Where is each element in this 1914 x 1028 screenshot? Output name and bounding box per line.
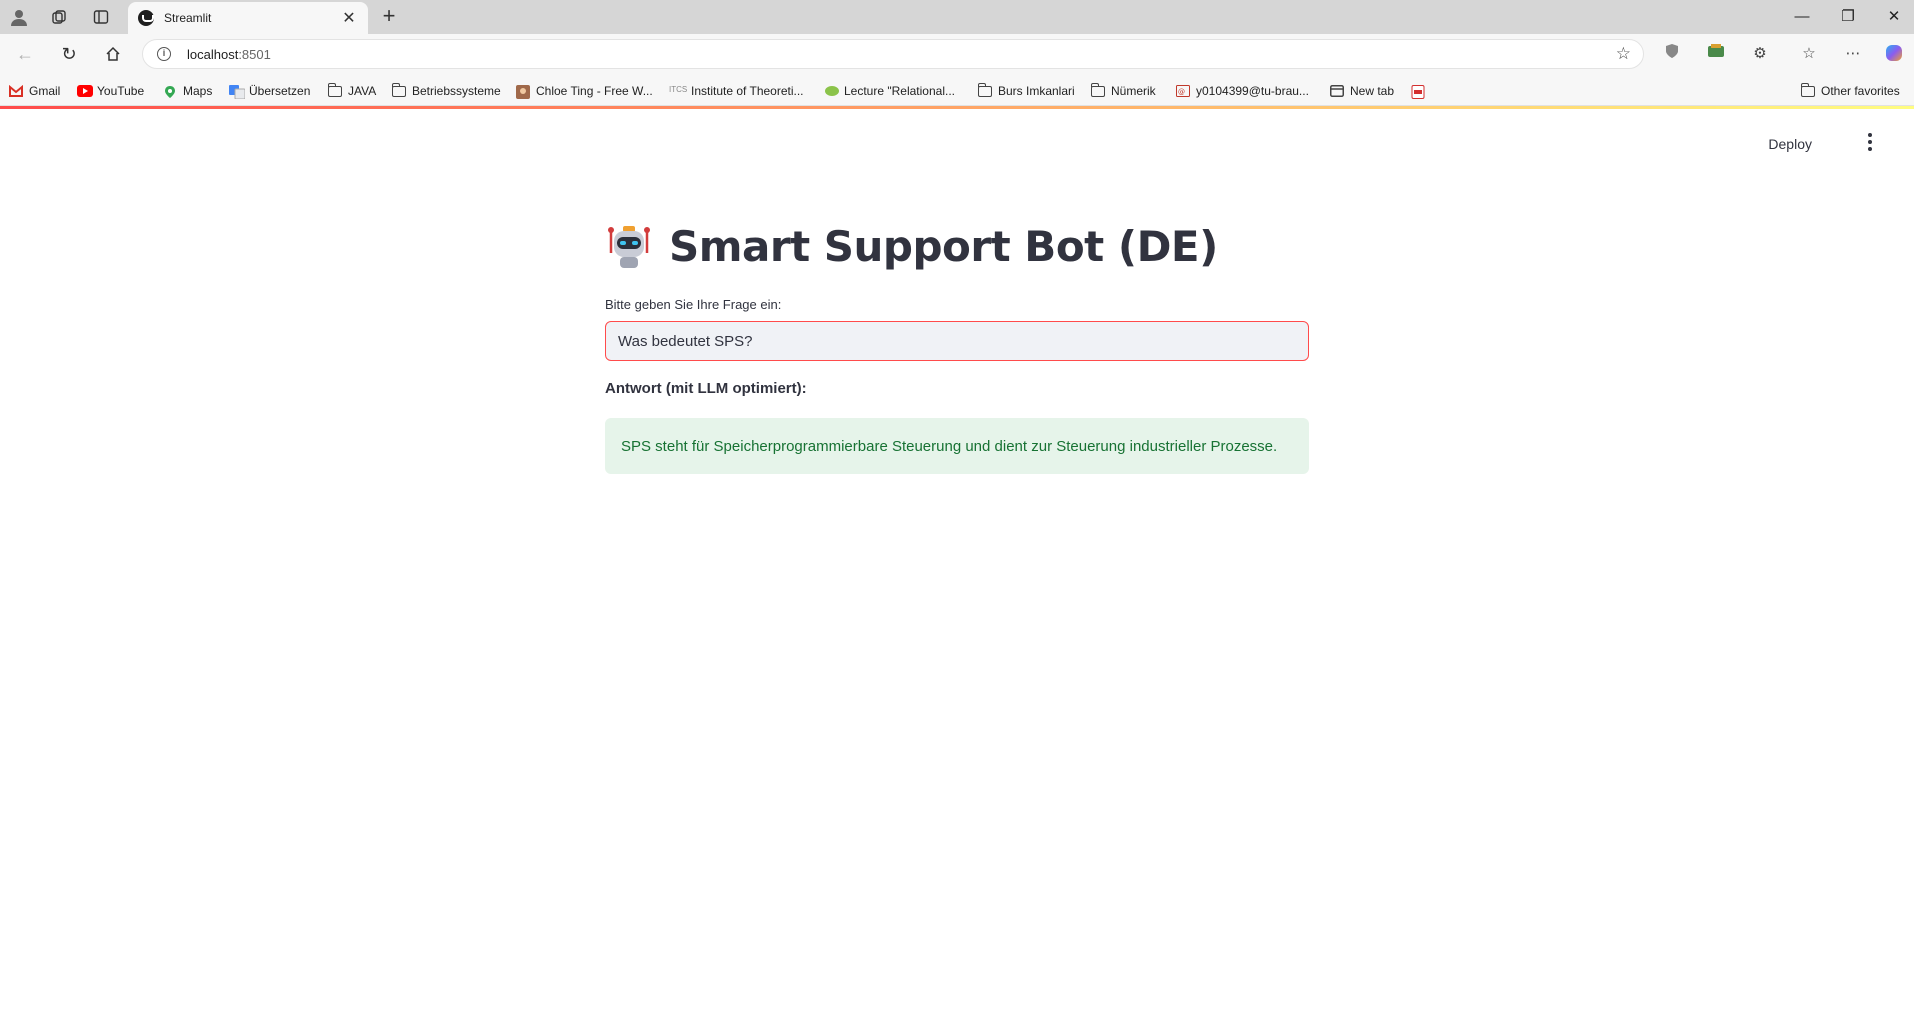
svg-text:@: @ bbox=[1178, 88, 1185, 96]
bookmark-uebersetzen[interactable]: Übersetzen bbox=[229, 82, 310, 100]
tab-streamlit[interactable]: Streamlit ✕ bbox=[128, 2, 368, 34]
back-icon[interactable]: ← bbox=[12, 42, 38, 66]
app-page: Deploy Smart Support Bot (DE) Bitte gebe… bbox=[0, 106, 1914, 1028]
bookmark-youtube[interactable]: YouTube bbox=[77, 82, 144, 100]
tab-title: Streamlit bbox=[164, 11, 212, 25]
site-icon: ITCS bbox=[669, 85, 688, 94]
restore-icon[interactable]: ❐ bbox=[1828, 4, 1868, 30]
bookmark-gmail[interactable]: Gmail bbox=[9, 82, 60, 100]
bookmark-betriebssysteme[interactable]: Betriebssysteme bbox=[392, 82, 501, 100]
new-tab-icon[interactable]: + bbox=[376, 4, 402, 30]
bookmark-new-tab[interactable]: New tab bbox=[1330, 82, 1394, 100]
answer-text: SPS steht für Speicherprogrammierbare St… bbox=[621, 437, 1278, 455]
reload-icon[interactable]: ↻ bbox=[56, 42, 82, 66]
copilot-icon[interactable] bbox=[1883, 43, 1905, 65]
close-tab-icon[interactable]: ✕ bbox=[340, 8, 358, 28]
mail-icon: @ bbox=[1176, 85, 1190, 97]
more-options-icon[interactable]: ⋯ bbox=[1842, 43, 1864, 65]
folder-icon bbox=[328, 82, 342, 97]
workspaces-icon[interactable] bbox=[46, 5, 72, 29]
answer-label: Antwort (mit LLM optimiert): bbox=[605, 380, 807, 397]
bookmark-lecture[interactable]: Lecture "Relational... bbox=[824, 82, 955, 100]
vertical-tabs-icon[interactable] bbox=[88, 5, 114, 29]
bookmark-tu-mail[interactable]: @ y0104399@tu-brau... bbox=[1176, 82, 1309, 100]
question-input[interactable] bbox=[618, 332, 1308, 350]
streamlit-favicon-icon bbox=[138, 10, 154, 26]
url-port: :8501 bbox=[238, 46, 271, 62]
bookmark-pdf[interactable] bbox=[1411, 82, 1431, 100]
shield-extension-icon[interactable] bbox=[1661, 43, 1683, 65]
home-icon[interactable] bbox=[100, 42, 126, 66]
youtube-icon bbox=[77, 85, 93, 97]
bookmark-institute[interactable]: ITCS Institute of Theoreti... bbox=[669, 82, 804, 100]
tab-strip: Streamlit ✕ + — ❐ ✕ bbox=[0, 0, 1914, 34]
close-window-icon[interactable]: ✕ bbox=[1874, 4, 1914, 30]
header-decoration bbox=[0, 106, 1914, 109]
deploy-button[interactable]: Deploy bbox=[1760, 132, 1820, 156]
folder-icon bbox=[1801, 82, 1815, 97]
address-bar: ← ↻ i localhost:8501 ☆ ⚙ ☆ ⋯ bbox=[0, 34, 1914, 74]
answer-success-box: SPS steht für Speicherprogrammierbare St… bbox=[605, 418, 1309, 474]
site-info-icon[interactable]: i bbox=[157, 47, 171, 61]
bookmarks-bar: Gmail YouTube Maps Übersetzen JAVA Betri… bbox=[0, 74, 1914, 106]
newtab-icon bbox=[1330, 85, 1344, 97]
question-label: Bitte geben Sie Ihre Frage ein: bbox=[605, 297, 782, 312]
page-title: Smart Support Bot (DE) bbox=[605, 222, 1309, 271]
bookmark-maps[interactable]: Maps bbox=[163, 82, 212, 100]
folder-icon bbox=[1091, 82, 1105, 97]
gmail-icon bbox=[9, 84, 23, 97]
site-icon bbox=[824, 85, 839, 97]
app-title: Smart Support Bot (DE) bbox=[669, 222, 1218, 271]
bookmark-java[interactable]: JAVA bbox=[328, 82, 376, 100]
pdf-icon bbox=[1411, 85, 1425, 99]
folder-icon bbox=[392, 82, 406, 97]
bookmark-chloe-ting[interactable]: Chloe Ting - Free W... bbox=[516, 82, 653, 100]
bookmark-numerik[interactable]: Nümerik bbox=[1091, 82, 1156, 100]
avatar-icon bbox=[516, 85, 530, 99]
bookmark-burs-imkanlari[interactable]: Burs Imkanlari bbox=[978, 82, 1075, 100]
main-menu-icon[interactable] bbox=[1860, 130, 1880, 154]
folder-icon bbox=[978, 82, 992, 97]
extensions-icon[interactable]: ⚙ bbox=[1749, 43, 1771, 65]
favorite-star-icon[interactable]: ☆ bbox=[1616, 44, 1631, 64]
url-host: localhost bbox=[187, 46, 239, 62]
translate-icon bbox=[229, 85, 246, 100]
url-input[interactable]: i localhost:8501 ☆ bbox=[142, 39, 1644, 69]
other-favorites[interactable]: Other favorites bbox=[1801, 82, 1900, 100]
wallet-extension-icon[interactable] bbox=[1705, 43, 1727, 65]
profile-icon[interactable] bbox=[6, 5, 32, 29]
question-input-wrapper[interactable] bbox=[605, 321, 1309, 361]
minimize-icon[interactable]: — bbox=[1782, 4, 1822, 30]
favorites-icon[interactable]: ☆ bbox=[1798, 43, 1820, 65]
maps-icon bbox=[163, 85, 177, 98]
robot-icon bbox=[605, 223, 653, 271]
